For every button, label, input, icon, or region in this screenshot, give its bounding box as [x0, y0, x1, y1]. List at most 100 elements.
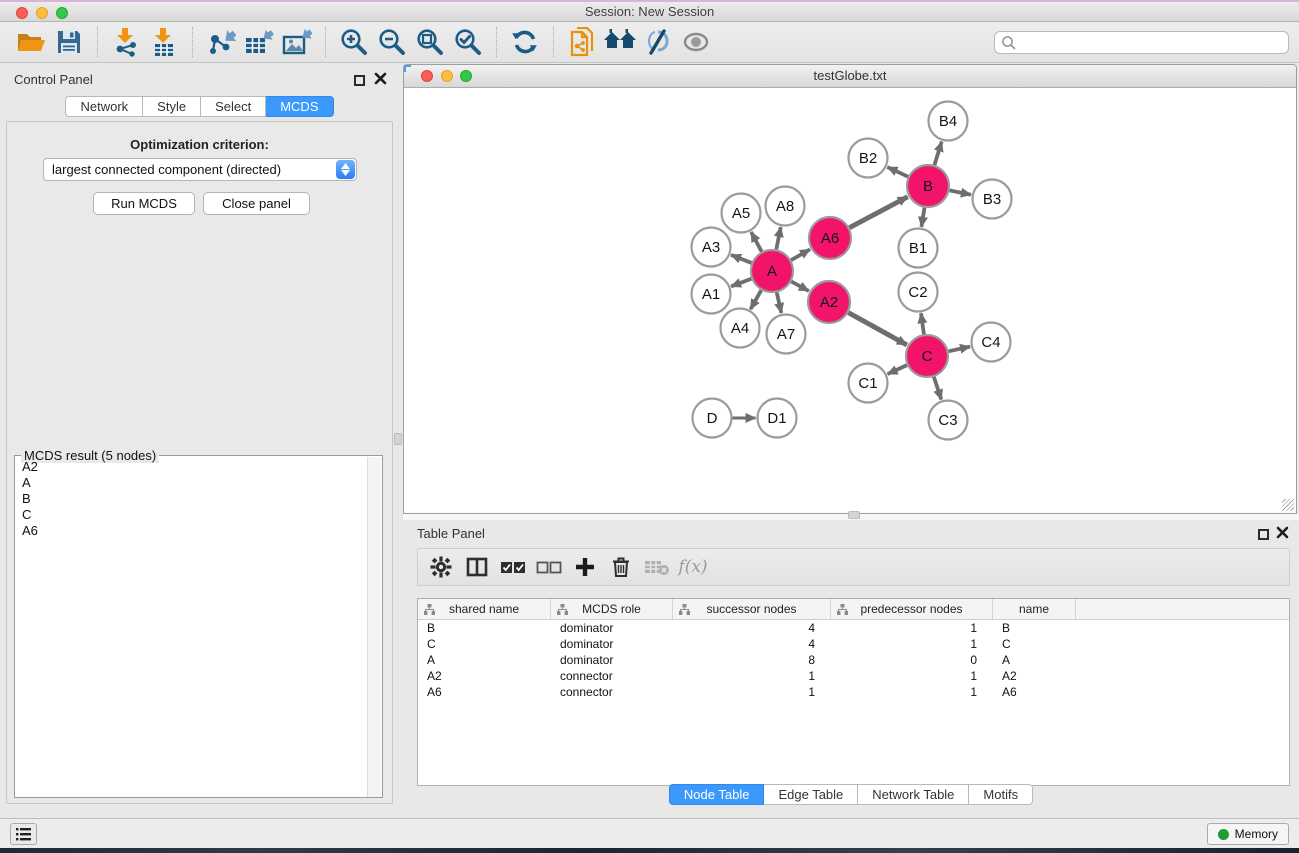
memory-button[interactable]: Memory: [1207, 823, 1289, 845]
table-cell[interactable]: C: [993, 636, 1076, 652]
graph-node-D[interactable]: D: [693, 399, 732, 438]
tab-edge-table[interactable]: Edge Table: [764, 784, 858, 805]
table-cell[interactable]: dominator: [551, 652, 673, 668]
graph-edge-C-C2[interactable]: [921, 313, 924, 334]
network-window-titlebar[interactable]: testGlobe.txt: [404, 65, 1296, 88]
network-snapshot-icon[interactable]: [563, 25, 601, 59]
mcds-result-list[interactable]: A2ABCA6: [16, 459, 368, 795]
home-icon[interactable]: [601, 25, 639, 59]
graph-edge-B-B4[interactable]: [934, 142, 941, 165]
tab-select[interactable]: Select: [201, 96, 266, 117]
add-column-icon[interactable]: [570, 553, 600, 581]
graph-node-B[interactable]: B: [907, 165, 949, 207]
search-field[interactable]: [994, 31, 1289, 54]
table-header-row[interactable]: shared nameMCDS rolesuccessor nodesprede…: [418, 599, 1289, 620]
tab-network[interactable]: Network: [65, 96, 143, 117]
zoom-selected-icon[interactable]: [449, 25, 487, 59]
graph-edge-C-C1[interactable]: [888, 365, 907, 374]
table-cell[interactable]: 1: [831, 684, 993, 700]
table-cell[interactable]: C: [418, 636, 551, 652]
table-cell[interactable]: connector: [551, 684, 673, 700]
minimize-network-icon[interactable]: [441, 70, 453, 82]
table-row[interactable]: A6connector11A6: [418, 684, 1289, 700]
zoom-fit-icon[interactable]: [411, 25, 449, 59]
table-row[interactable]: A2connector11A2: [418, 668, 1289, 684]
table-cell[interactable]: 1: [673, 668, 831, 684]
table-cell[interactable]: 1: [831, 636, 993, 652]
table-cell[interactable]: dominator: [551, 620, 673, 636]
tab-node-table[interactable]: Node Table: [669, 784, 765, 805]
close-panel-button[interactable]: Close panel: [203, 192, 310, 215]
zoom-in-icon[interactable]: [335, 25, 373, 59]
float-table-panel-icon[interactable]: [1258, 527, 1269, 545]
export-network-icon[interactable]: [202, 25, 240, 59]
table-row[interactable]: Cdominator41C: [418, 636, 1289, 652]
table-body[interactable]: Bdominator41BCdominator41CAdominator80AA…: [418, 620, 1289, 700]
table-cell[interactable]: A6: [418, 684, 551, 700]
function-icon[interactable]: f(x): [678, 553, 708, 581]
search-input[interactable]: [994, 31, 1289, 54]
save-session-icon[interactable]: [50, 25, 88, 59]
graph-node-C4[interactable]: C4: [972, 323, 1011, 362]
zoom-out-icon[interactable]: [373, 25, 411, 59]
export-table-icon[interactable]: [240, 25, 278, 59]
table-cell[interactable]: 0: [831, 652, 993, 668]
task-history-button[interactable]: [10, 823, 37, 845]
graph-node-A1[interactable]: A1: [692, 275, 731, 314]
table-cell[interactable]: 1: [831, 668, 993, 684]
table-cell[interactable]: B: [418, 620, 551, 636]
graph-node-B1[interactable]: B1: [899, 229, 938, 268]
export-image-icon[interactable]: [278, 25, 316, 59]
import-table-icon[interactable]: [145, 25, 183, 59]
graph-edge-A-A7[interactable]: [777, 292, 782, 313]
result-scrollbar[interactable]: [367, 457, 381, 797]
table-cell[interactable]: 4: [673, 620, 831, 636]
column-header-predecessor-nodes[interactable]: predecessor nodes: [831, 599, 993, 619]
graph-node-C[interactable]: C: [906, 335, 948, 377]
result-list-item[interactable]: A: [16, 475, 368, 491]
graph-node-A[interactable]: A: [751, 250, 793, 292]
graph-node-A2[interactable]: A2: [808, 281, 850, 323]
graph-edge-A-A8[interactable]: [776, 227, 780, 249]
table-cell[interactable]: B: [993, 620, 1076, 636]
tab-network-table[interactable]: Network Table: [858, 784, 969, 805]
result-list-item[interactable]: A2: [16, 459, 368, 475]
graph-edge-B-B1[interactable]: [921, 208, 924, 227]
graph-edge-C-C3[interactable]: [934, 377, 941, 400]
run-mcds-button[interactable]: Run MCDS: [93, 192, 195, 215]
table-cell[interactable]: A: [993, 652, 1076, 668]
open-file-icon[interactable]: [12, 25, 50, 59]
tab-mcds[interactable]: MCDS: [266, 96, 333, 117]
column-header-name[interactable]: name: [993, 599, 1076, 619]
graph-node-A7[interactable]: A7: [767, 315, 806, 354]
columns-icon[interactable]: [462, 553, 492, 581]
refresh-icon[interactable]: [506, 25, 544, 59]
graph-node-C1[interactable]: C1: [849, 364, 888, 403]
maximize-window-icon[interactable]: [56, 7, 68, 19]
graph-edge-A2-C[interactable]: [848, 313, 907, 345]
graph-edge-A-A4[interactable]: [751, 290, 762, 309]
graph-node-B3[interactable]: B3: [973, 180, 1012, 219]
column-header-MCDS-role[interactable]: MCDS role: [551, 599, 673, 619]
table-cell[interactable]: connector: [551, 668, 673, 684]
select-all-icon[interactable]: [498, 553, 528, 581]
graph-node-A8[interactable]: A8: [766, 187, 805, 226]
close-network-icon[interactable]: [421, 70, 433, 82]
eye-icon[interactable]: [677, 25, 715, 59]
graph-edge-A-A3[interactable]: [731, 255, 752, 263]
table-cell[interactable]: 4: [673, 636, 831, 652]
close-window-icon[interactable]: [16, 7, 28, 19]
criterion-dropdown[interactable]: largest connected component (directed): [43, 158, 357, 181]
close-panel-icon[interactable]: [374, 72, 387, 90]
graph-node-C3[interactable]: C3: [929, 401, 968, 440]
table-cell[interactable]: 8: [673, 652, 831, 668]
close-table-panel-icon[interactable]: [1276, 526, 1289, 544]
float-panel-icon[interactable]: [354, 73, 365, 91]
deselect-all-icon[interactable]: [534, 553, 564, 581]
maximize-network-icon[interactable]: [460, 70, 472, 82]
trash-icon[interactable]: [606, 553, 636, 581]
result-list-item[interactable]: C: [16, 507, 368, 523]
table-cell[interactable]: A2: [993, 668, 1076, 684]
graph-edge-B-B3[interactable]: [950, 190, 971, 194]
gear-icon[interactable]: [426, 553, 456, 581]
